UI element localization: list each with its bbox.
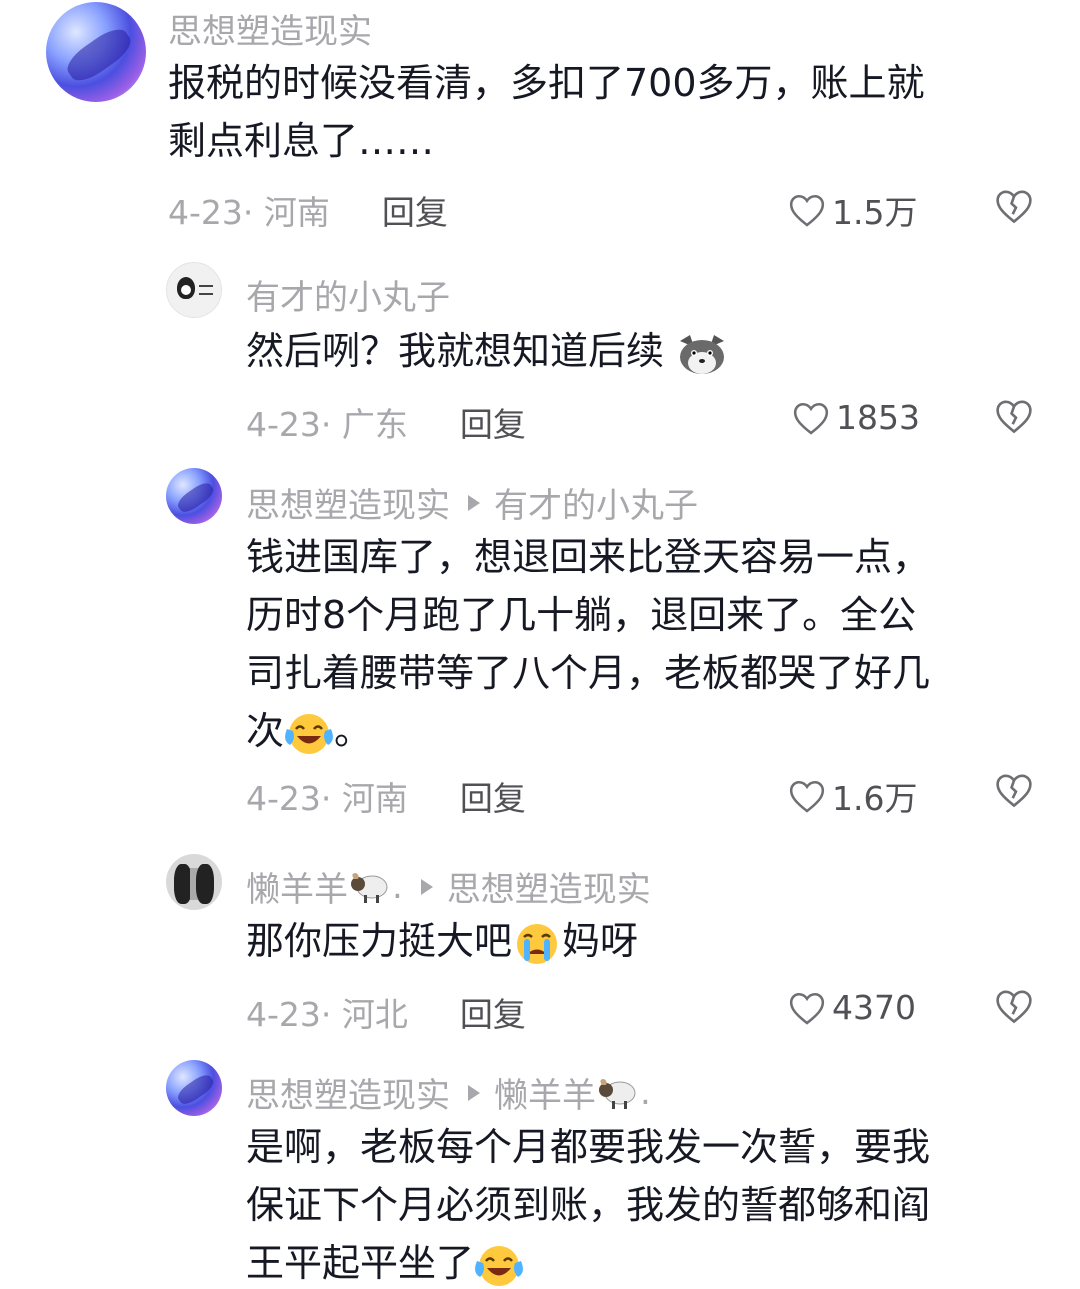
reply-to-name[interactable]: 有才的小丸子 [494,478,698,527]
comment-meta: 4-23· 河北 回复 [246,988,526,1036]
comment-text-line: 历时8个月跑了几十躺，退回来了。全公 [246,593,917,637]
heart-outline-icon [789,194,825,227]
reply-to-name[interactable]: 思想塑造现实 [447,862,651,911]
comment-text-line: 保证下个月必须到账，我发的誓都够和阎 [246,1183,931,1227]
like-count: 1853 [836,398,920,437]
laugh-cry-emoji [285,713,333,754]
avatar[interactable] [46,2,146,102]
author-name[interactable]: 懒羊羊 [246,862,348,911]
avatar[interactable] [166,262,222,318]
reply-button[interactable]: 回复 [382,186,448,234]
like-button[interactable]: 1.6万 [788,772,917,820]
comment-text-line: 司扎着腰带等了八个月，老板都哭了好几 [246,651,931,695]
text-fragment: 次 [246,709,285,753]
like-count: 1.6万 [832,779,918,818]
sheep-emoji [599,1078,636,1109]
comment-text: 那你压力挺大吧 妈呀 [246,912,1046,970]
comment-text-line: 王平起平坐了 [246,1234,1046,1289]
text-fragment: 妈呀 [562,919,639,963]
heart-outline-icon [789,992,825,1025]
avatar[interactable] [166,854,222,910]
date-location: 4-23· 广东 [246,405,408,444]
reply-button[interactable]: 回复 [460,988,526,1036]
heart-outline-icon [793,402,829,435]
comment-author[interactable]: 思想塑造现实 有才的小丸子 [246,478,698,527]
author-suffix: . [392,866,403,907]
author-name[interactable]: 思想塑造现实 [246,1068,450,1117]
broken-heart-icon[interactable] [994,188,1034,224]
author-name[interactable]: 思想塑造现实 [246,478,450,527]
cry-emoji [517,923,558,964]
comment-text-line: 是啊，老板每个月都要我发一次誓，要我 [246,1125,931,1169]
comment-text-line: 钱进国库了，想退回来比登天容易一点， [246,535,931,579]
avatar[interactable] [166,1060,222,1116]
like-button[interactable]: 4370 [788,988,916,1027]
like-button[interactable]: 1853 [792,398,920,437]
comment-text: 是啊，老板每个月都要我发一次誓，要我 保证下个月必须到账，我发的誓都够和阎 王平… [246,1118,1046,1289]
comment-author[interactable]: 思想塑造现实 [168,4,372,53]
reply-to-name[interactable]: 懒羊羊 [494,1068,596,1117]
heart-outline-icon [789,780,825,813]
reply-button[interactable]: 回复 [460,398,526,446]
comment-text: 然后咧？我就想知道后续 [246,322,1046,380]
comment-meta: 4-23· 河南 回复 [246,772,526,820]
text-fragment: 王平起平坐了 [246,1241,475,1285]
comment-author[interactable]: 思想塑造现实 懒羊羊 . [246,1068,651,1117]
broken-heart-icon[interactable] [994,988,1034,1024]
comment-text-line: 那你压力挺大吧 [246,919,513,963]
comment-text-line: 报税的时候没看清，多扣了700多万，账上就 [168,61,925,105]
avatar[interactable] [166,468,222,524]
sheep-emoji [351,872,388,903]
comment-text-line: 然后咧？我就想知道后续 [246,329,665,373]
husky-emoji [680,334,725,374]
broken-heart-icon[interactable] [994,398,1034,434]
reply-arrow-icon [468,1084,480,1101]
text-fragment: 。 [334,709,373,753]
comment-text-line: 剩点利息了…… [168,119,435,163]
comment-text-line: 次 。 [246,702,1046,760]
reply-button[interactable]: 回复 [460,772,526,820]
like-button[interactable]: 1.5万 [788,186,917,234]
reply-arrow-icon [420,878,433,895]
like-count: 1.5万 [832,193,918,232]
date-location: 4-23· 河南 [246,779,408,818]
comment-meta: 4-23· 广东 回复 [246,398,526,446]
comment-meta: 4-23· 河南 回复 [168,186,448,234]
laugh-cry-emoji [475,1245,523,1286]
comment-author[interactable]: 有才的小丸子 [246,270,450,319]
reply-arrow-icon [468,494,480,511]
date-location: 4-23· 河北 [246,995,408,1034]
reply-to-suffix: . [640,1072,651,1113]
like-count: 4370 [832,988,916,1027]
comment-author[interactable]: 懒羊羊 . 思想塑造现实 [246,862,651,911]
date-location: 4-23· 河南 [168,193,330,232]
broken-heart-icon[interactable] [994,772,1034,808]
comment-text: 钱进国库了，想退回来比登天容易一点， 历时8个月跑了几十躺，退回来了。全公 司扎… [246,528,1046,760]
comment-text: 报税的时候没看清，多扣了700多万，账上就 剩点利息了…… [168,54,1048,170]
author-name[interactable]: 思想塑造现实 [168,4,372,53]
author-name[interactable]: 有才的小丸子 [246,270,450,319]
